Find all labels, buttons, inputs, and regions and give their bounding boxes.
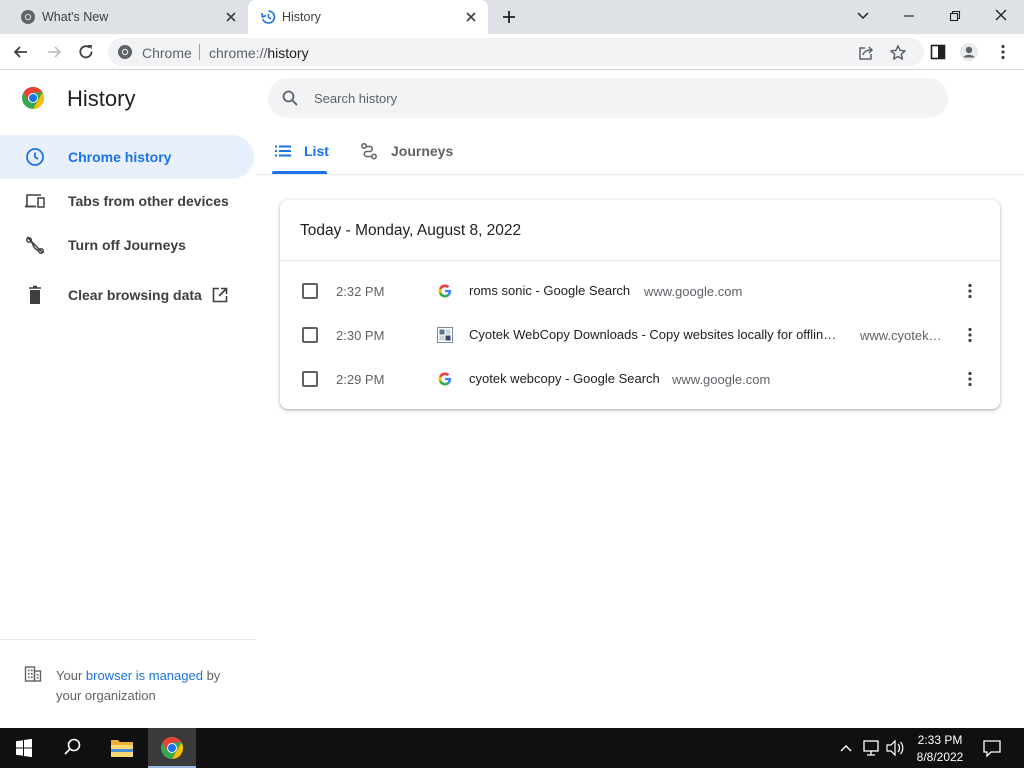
list-icon	[275, 145, 291, 157]
sidebar-item-tabs-other-devices[interactable]: Tabs from other devices	[0, 179, 254, 223]
tab-search-chevron-icon[interactable]	[852, 6, 874, 26]
entry-domain: www.google.com	[644, 284, 743, 299]
google-icon	[438, 284, 452, 298]
entry-domain: www.cyotek.com	[860, 328, 942, 343]
bookmark-star-icon[interactable]	[888, 43, 908, 63]
sidebar-item-label: Chrome history	[68, 149, 172, 165]
tab-journeys[interactable]: Journeys	[358, 132, 458, 174]
entry-checkbox[interactable]	[302, 327, 318, 343]
entry-checkbox[interactable]	[302, 371, 318, 387]
chrome-logo-icon	[22, 87, 45, 109]
cyotek-icon	[437, 327, 453, 343]
sidebar-item-chrome-history[interactable]: Chrome history	[0, 135, 254, 179]
restore-icon[interactable]	[944, 6, 966, 26]
history-entry[interactable]: 2:32 PM roms sonic - Google Search www.g…	[280, 269, 1000, 313]
network-icon[interactable]	[860, 728, 882, 768]
close-window-icon[interactable]	[990, 6, 1012, 26]
clock-date: 8/8/2022	[916, 750, 964, 764]
search-input[interactable]	[314, 88, 914, 108]
chrome-logo-icon	[161, 737, 184, 759]
volume-icon[interactable]	[884, 728, 906, 768]
new-tab-plus-icon[interactable]	[498, 7, 520, 27]
sidebar-divider	[0, 639, 256, 640]
taskbar	[0, 728, 1024, 768]
history-favicon-icon	[261, 10, 276, 24]
history-card: Today - Monday, August 8, 2022 2:32 PM r…	[280, 200, 1000, 409]
tab-label: List	[304, 143, 329, 159]
site-label: Chrome	[142, 45, 192, 61]
tab-whats-new[interactable]: What's New	[8, 0, 248, 34]
taskbar-search-icon[interactable]	[48, 728, 96, 768]
page-title: History	[67, 86, 136, 111]
sidebar-item-turn-off-journeys[interactable]: Turn off Journeys	[0, 223, 254, 267]
entry-title[interactable]: Cyotek WebCopy Downloads - Copy websites…	[469, 327, 843, 342]
url-host: chrome://	[209, 45, 268, 61]
back-arrow-icon[interactable]	[11, 42, 31, 62]
tab-title: What's New	[42, 10, 109, 24]
windows-start-icon[interactable]	[0, 728, 48, 768]
sidebar-item-label: Turn off Journeys	[68, 237, 186, 253]
notifications-icon[interactable]	[978, 728, 1006, 768]
more-actions-icon[interactable]	[960, 325, 980, 345]
trash-icon	[29, 285, 41, 304]
url-path: history	[267, 45, 309, 61]
date-heading: Today - Monday, August 8, 2022	[300, 222, 522, 239]
history-entry[interactable]: 2:29 PM cyotek webcopy - Google Search w…	[280, 357, 1000, 401]
tray-chevron-up-icon[interactable]	[836, 728, 856, 768]
minimize-icon[interactable]	[898, 6, 920, 26]
entry-time: 2:30 PM	[336, 328, 385, 343]
journeys-icon	[361, 143, 377, 160]
sidebar-item-label: Clear browsing data	[68, 287, 202, 303]
journeys-off-icon	[25, 236, 45, 255]
profile-avatar-icon[interactable]	[959, 42, 979, 62]
taskbar-clock[interactable]: 2:33 PM 8/8/2022	[910, 732, 970, 766]
entry-time: 2:29 PM	[336, 372, 385, 387]
entry-checkbox[interactable]	[302, 283, 318, 299]
clock-time: 2:33 PM	[917, 733, 963, 747]
entry-time: 2:32 PM	[336, 284, 385, 299]
managed-notice: Your browser is managed by your organiza…	[56, 666, 236, 706]
side-panel-icon[interactable]	[928, 42, 948, 62]
file-explorer-icon[interactable]	[98, 728, 146, 768]
clock-icon	[26, 148, 44, 166]
entry-title[interactable]: cyotek webcopy - Google Search	[469, 371, 660, 386]
menu-kebab-icon[interactable]	[993, 42, 1013, 62]
building-icon	[24, 666, 42, 682]
close-tab-icon[interactable]	[222, 8, 240, 26]
history-entry[interactable]: 2:30 PM Cyotek WebCopy Downloads - Copy …	[280, 313, 1000, 357]
tab-label: Journeys	[391, 143, 454, 159]
managed-link[interactable]: browser is managed	[86, 668, 203, 683]
tab-strip: What's New History	[0, 0, 1024, 34]
forward-arrow-icon[interactable]	[44, 42, 64, 62]
sidebar-item-label: Tabs from other devices	[68, 193, 229, 209]
tab-history[interactable]: History	[248, 0, 488, 34]
close-tab-icon[interactable]	[462, 8, 480, 26]
tab-title: History	[282, 10, 321, 24]
taskbar-chrome-button[interactable]	[148, 728, 196, 768]
reload-icon[interactable]	[76, 42, 96, 62]
entry-domain: www.google.com	[672, 372, 771, 387]
url-text[interactable]: chrome://history	[209, 45, 309, 61]
omnibox-separator	[199, 44, 200, 60]
more-actions-icon[interactable]	[960, 369, 980, 389]
devices-icon	[25, 194, 45, 208]
managed-prefix: Your	[56, 668, 86, 683]
tab-list[interactable]: List	[272, 132, 329, 174]
card-divider	[280, 260, 1000, 261]
share-icon[interactable]	[856, 43, 876, 63]
more-actions-icon[interactable]	[960, 281, 980, 301]
chrome-site-icon[interactable]	[117, 44, 133, 60]
external-link-icon[interactable]	[211, 286, 229, 304]
entry-title[interactable]: roms sonic - Google Search	[469, 283, 630, 298]
chrome-favicon-icon	[21, 10, 35, 24]
search-icon	[282, 90, 298, 106]
tabs-divider	[256, 174, 1024, 175]
google-icon	[438, 372, 452, 386]
